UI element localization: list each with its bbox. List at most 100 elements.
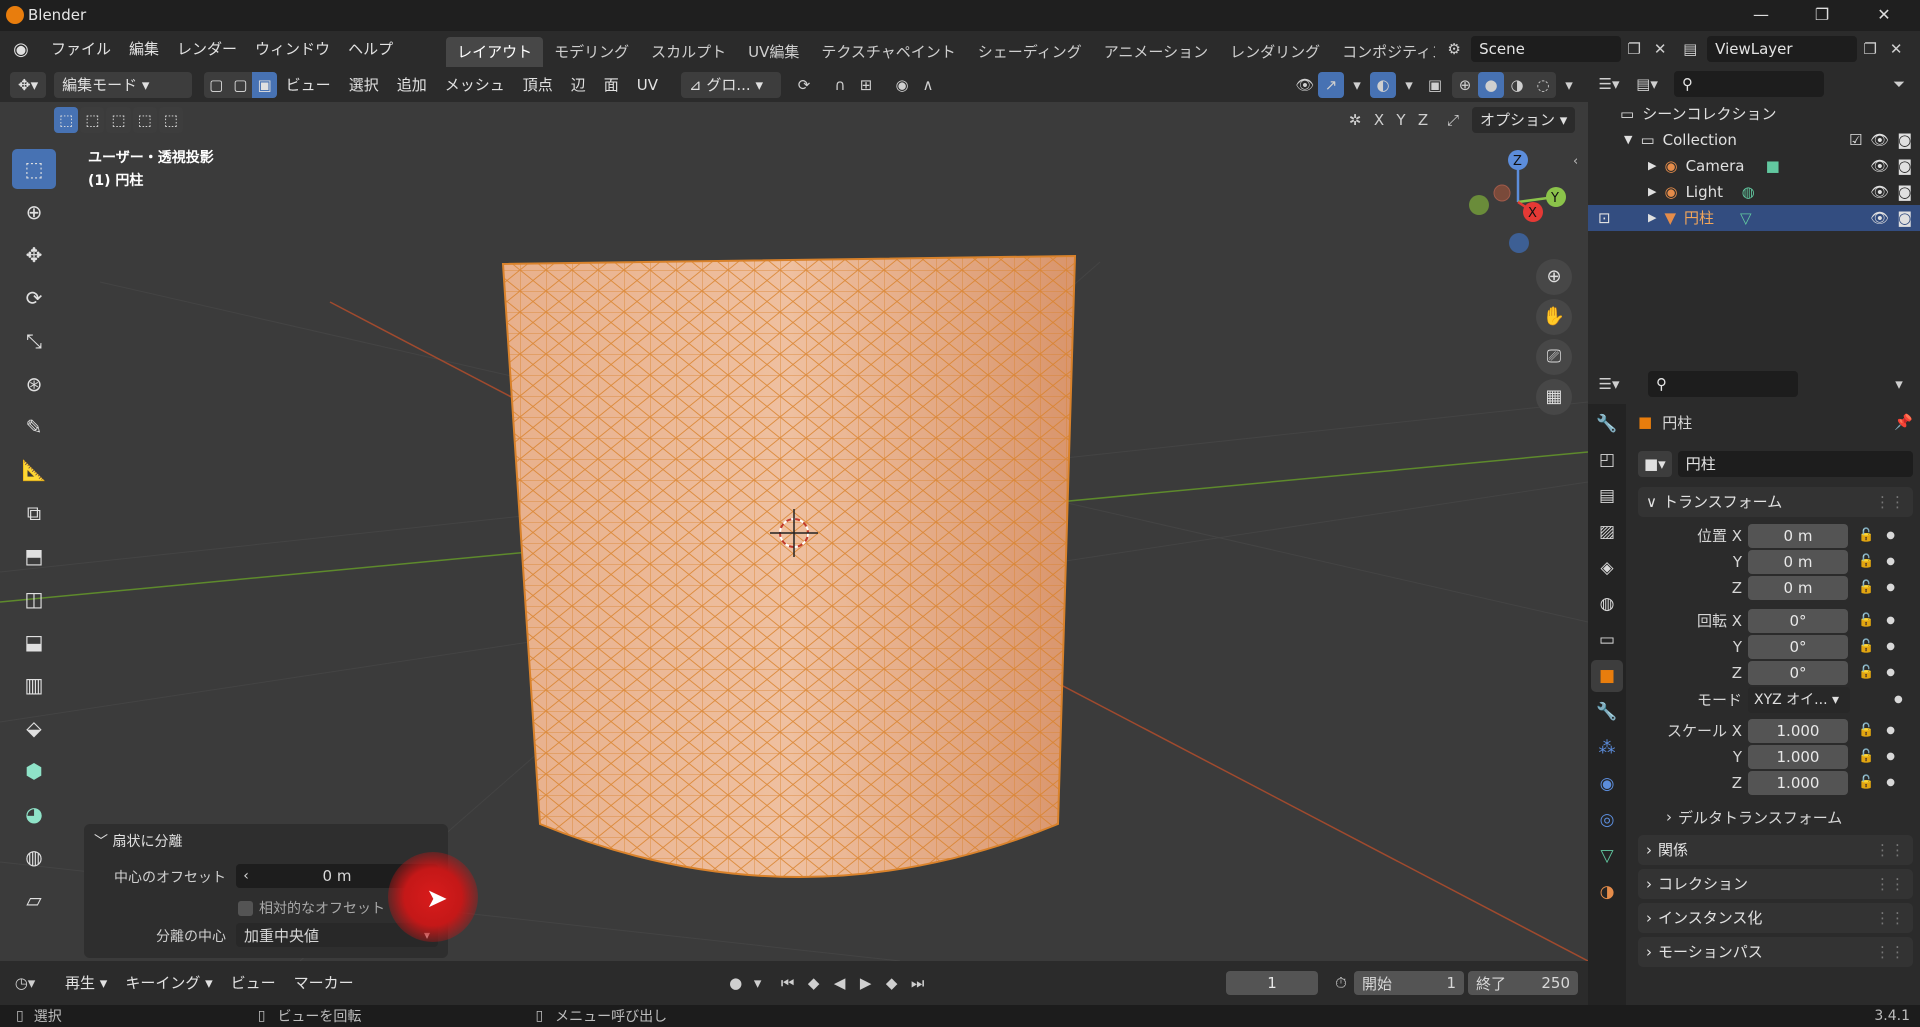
scene-collection-row[interactable]: ▭ シーンコレクション — [1588, 101, 1920, 127]
keyframe-dot-icon[interactable]: ● — [1886, 530, 1895, 541]
relations-section-header[interactable]: › 関係 ⋮⋮ — [1638, 835, 1913, 865]
outliner-search[interactable]: ⚲ — [1674, 71, 1824, 97]
wireframe-shading-icon[interactable]: ⊕ — [1452, 72, 1478, 98]
menu-file[interactable]: ファイル — [42, 31, 120, 67]
rotate-tool-icon[interactable]: ⟳ — [12, 278, 56, 318]
select-extend-icon[interactable]: ⬚ — [80, 107, 105, 133]
scene-name-field[interactable]: Scene — [1471, 36, 1622, 62]
extrude-tool-icon[interactable]: ⬒ — [12, 536, 56, 576]
eye-icon[interactable]: 👁 — [1870, 179, 1889, 205]
properties-editor-icon[interactable]: ☰▾ — [1596, 371, 1622, 397]
measure-tool-icon[interactable]: 📐 — [12, 450, 56, 490]
overlay-dropdown-icon[interactable]: ▾ — [1396, 72, 1422, 98]
decrement-arrow-icon[interactable]: ‹ — [236, 868, 256, 884]
keyframe-dot-icon[interactable]: ● — [1886, 556, 1895, 567]
vp-menu-edge[interactable]: 辺 — [562, 67, 595, 103]
camera-render-icon[interactable]: ◙ — [1897, 153, 1912, 179]
annotate-tool-icon[interactable]: ✎ — [12, 407, 56, 447]
outliner-editor-icon[interactable]: ☰▾ — [1596, 71, 1622, 97]
jump-start-icon[interactable]: ⏮ — [775, 970, 801, 996]
play-reverse-icon[interactable]: ◀ — [827, 970, 853, 996]
menu-edit[interactable]: 編集 — [120, 31, 168, 67]
location-x-field[interactable]: 0 m — [1748, 523, 1848, 548]
end-frame-field[interactable]: 終了 250 — [1468, 971, 1578, 995]
lock-icon[interactable]: 🔓 — [1858, 554, 1874, 569]
keyframe-dot-icon[interactable]: ● — [1886, 641, 1895, 652]
stopwatch-icon[interactable]: ⏱ — [1328, 970, 1354, 996]
options-dropdown[interactable]: オプション ▾ — [1472, 107, 1576, 133]
keyframe-dot-icon[interactable]: ● — [1886, 777, 1895, 788]
gizmo-dropdown-icon[interactable]: ▾ — [1344, 72, 1370, 98]
tab-animation[interactable]: アニメーション — [1093, 37, 1219, 67]
move-tool-icon[interactable]: ✥ — [12, 235, 56, 275]
scene-icon[interactable]: ⚙ — [1441, 36, 1467, 62]
transform-section-header[interactable]: ∨ トランスフォーム ⋮⋮ — [1638, 487, 1913, 517]
tab-uv-edit[interactable]: UV編集 — [737, 37, 810, 67]
expand-arrow-icon[interactable]: ▶ — [1648, 205, 1656, 231]
select-subtract-icon[interactable]: ⬚ — [106, 107, 131, 133]
drag-handle-icon[interactable]: ⋮⋮ — [1875, 487, 1905, 517]
lock-icon[interactable]: 🔓 — [1858, 639, 1874, 654]
mirror-z-button[interactable]: Z — [1412, 107, 1434, 133]
lock-icon[interactable]: 🔓 — [1858, 775, 1874, 790]
delete-view-layer-icon[interactable]: ✕ — [1883, 36, 1909, 62]
cursor-tool-icon[interactable]: ⊕ — [12, 192, 56, 232]
scale-y-field[interactable]: 1.000 — [1748, 744, 1848, 769]
record-icon[interactable]: ● — [723, 970, 749, 996]
rotation-x-field[interactable]: 0° — [1748, 608, 1848, 633]
operator-panel-header[interactable]: ﹀ 扇状に分離 — [94, 831, 182, 851]
collection-row[interactable]: ▼ ▭ Collection ☑ 👁 ◙ — [1588, 127, 1920, 153]
keyframe-dot-icon[interactable]: ● — [1886, 615, 1895, 626]
display-mode-icon[interactable]: ▤▾ — [1634, 71, 1660, 97]
collapse-arrow-icon[interactable]: ▼ — [1624, 127, 1632, 153]
new-scene-icon[interactable]: ❐ — [1621, 36, 1647, 62]
drag-handle-icon[interactable]: ⋮⋮ — [1875, 835, 1905, 865]
filter-icon[interactable]: ⏷ — [1886, 71, 1912, 97]
select-box-tool-icon[interactable]: ⬚ — [12, 149, 56, 189]
tab-modeling[interactable]: モデリング — [543, 37, 640, 67]
tab-sculpt[interactable]: スカルプト — [640, 37, 737, 67]
particles-tab-icon[interactable]: ⁂ — [1591, 732, 1623, 764]
camera-render-icon[interactable]: ◙ — [1897, 205, 1912, 231]
keyframe-dot-icon[interactable]: ● — [1886, 667, 1895, 678]
solid-shading-icon[interactable]: ● — [1478, 71, 1504, 98]
vp-menu-select[interactable]: 選択 — [340, 67, 388, 103]
lock-icon[interactable]: 🔓 — [1858, 665, 1874, 680]
lock-icon[interactable]: 🔓 — [1858, 580, 1874, 595]
location-y-field[interactable]: 0 m — [1748, 549, 1848, 574]
falloff-icon[interactable]: ∧ — [915, 72, 941, 98]
motion-paths-section-header[interactable]: › モーションパス ⋮⋮ — [1638, 937, 1913, 967]
vp-menu-view[interactable]: ビュー — [277, 67, 340, 103]
edit-mode-icon[interactable]: ⊡ — [1598, 205, 1611, 231]
rotation-mode-dropdown[interactable]: XYZ オイ... ▾ — [1748, 686, 1850, 713]
outliner-item-light[interactable]: ▶ ◉ Light ◍ 👁 ◙ — [1588, 179, 1920, 205]
tab-layout[interactable]: レイアウト — [446, 37, 544, 67]
prev-keyframe-icon[interactable]: ◆ — [801, 970, 827, 996]
outliner-item-cylinder[interactable]: ⊡ ▶ ▼ 円柱 ▽ 👁 ◙ — [1588, 205, 1920, 231]
pan-hand-icon[interactable]: ✋ — [1536, 299, 1572, 335]
zoom-icon[interactable]: ⊕ — [1536, 259, 1572, 295]
snap-target-icon[interactable]: ⊞ — [853, 72, 879, 98]
drag-handle-icon[interactable]: ⋮⋮ — [1875, 937, 1905, 967]
navigation-gizmo[interactable]: Z Y X — [1469, 150, 1566, 253]
relative-offset-checkbox[interactable]: 相対的なオフセット — [238, 898, 385, 918]
tool-tab-icon[interactable]: 🔧 — [1591, 408, 1623, 440]
eye-icon[interactable]: 👁 — [1870, 153, 1889, 179]
tab-rendering[interactable]: レンダリング — [1219, 37, 1331, 67]
close-icon[interactable]: ✕ — [1855, 0, 1913, 31]
tab-shading[interactable]: シェーディング — [967, 37, 1093, 67]
snap-icon[interactable]: ∩ — [827, 72, 853, 98]
lock-icon[interactable]: 🔓 — [1858, 528, 1874, 543]
data-tab-icon[interactable]: ▽ — [1591, 840, 1623, 872]
eye-icon[interactable]: 👁 — [1870, 127, 1889, 153]
expand-arrow-icon[interactable]: ▶ — [1648, 179, 1656, 205]
start-frame-field[interactable]: 開始 1 — [1354, 971, 1464, 995]
object-tab-icon[interactable]: ■ — [1591, 660, 1623, 692]
physics-tab-icon[interactable]: ◉ — [1591, 768, 1623, 800]
timeline-editor-icon[interactable]: ◷▾ — [12, 970, 38, 996]
view-layer-tab-icon[interactable]: ▨ — [1591, 516, 1623, 548]
tab-compositing[interactable]: コンポジティン: — [1331, 37, 1435, 67]
pin-icon[interactable]: 📌 — [1894, 413, 1913, 431]
blender-menu-icon[interactable]: ◉ — [0, 39, 42, 60]
mirror-icon[interactable]: ✲ — [1342, 107, 1368, 133]
